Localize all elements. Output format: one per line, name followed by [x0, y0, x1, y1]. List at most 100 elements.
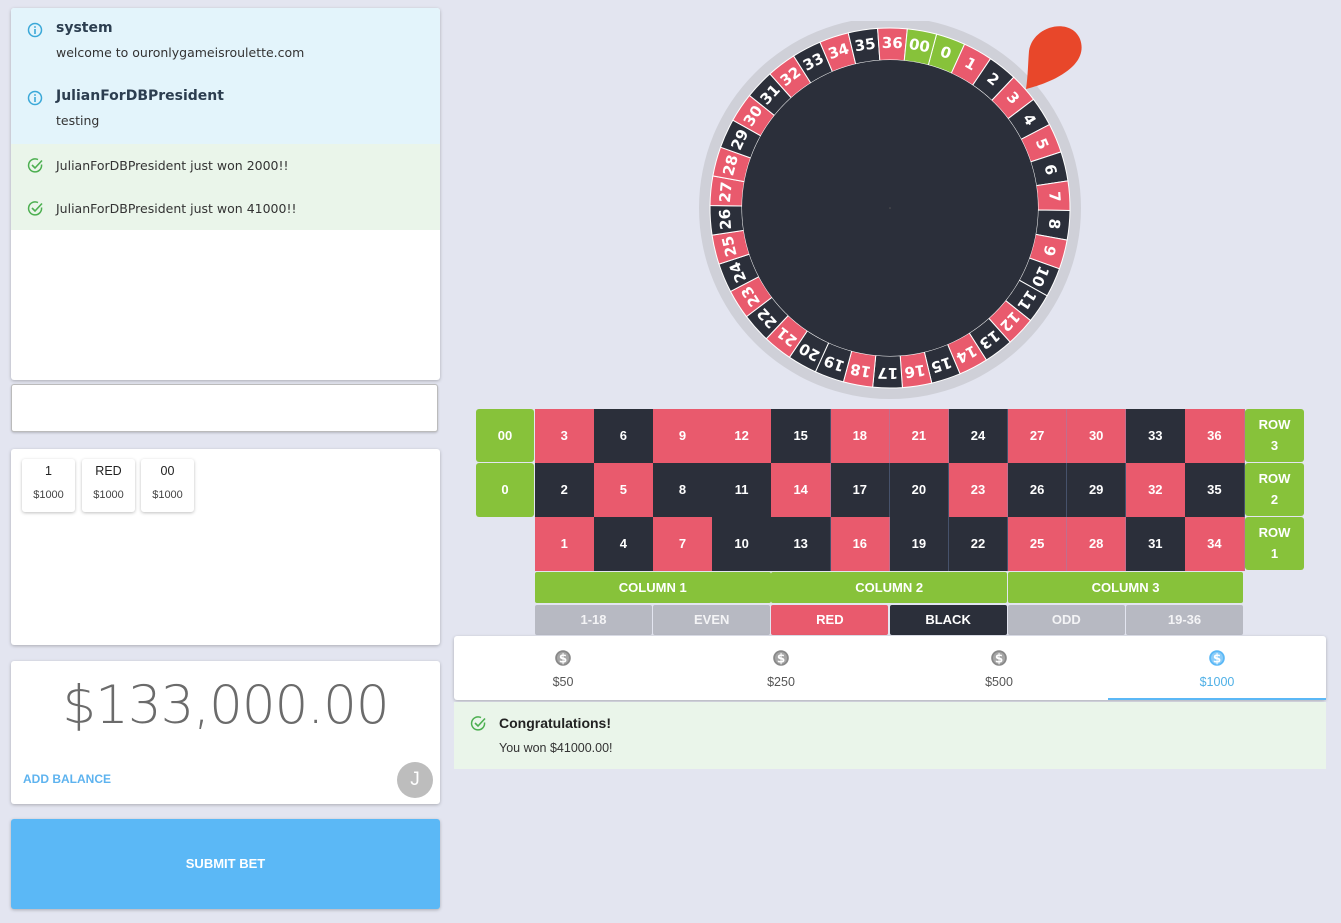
wheel-pocket-number: 27 [716, 181, 736, 204]
number-cell[interactable]: 11 [712, 463, 772, 517]
column-bet-3[interactable]: COLUMN 3 [1007, 572, 1244, 603]
number-cell[interactable]: 22 [948, 517, 1009, 571]
chat-message-body: welcome to ouronlygameisroulette.com [56, 45, 305, 60]
number-cell[interactable]: 15 [771, 409, 831, 463]
number-cell[interactable]: 33 [1126, 409, 1186, 463]
dollar-coin-icon: $ [1208, 649, 1226, 672]
outside-bet-black[interactable]: BLACK [889, 605, 1007, 635]
chip-tab-500[interactable]: $ $500 [890, 636, 1108, 700]
number-cell[interactable]: 36 [1185, 409, 1245, 463]
bet-card[interactable]: 1 $1000 [22, 459, 75, 512]
number-cell[interactable]: 24 [948, 409, 1009, 463]
info-icon [27, 22, 43, 43]
number-cell[interactable]: 7 [653, 517, 713, 571]
zero-cell-00[interactable]: 00 [476, 409, 534, 462]
bet-amount: $1000 [93, 489, 124, 501]
number-cell[interactable]: 4 [594, 517, 654, 571]
number-cell[interactable]: 10 [712, 517, 772, 571]
row-label: ROW [1258, 417, 1291, 432]
check-circle-icon [27, 157, 44, 174]
number-cell[interactable]: 3 [535, 409, 595, 463]
chat-message-body: JulianForDBPresident just won 41000!! [56, 201, 297, 216]
svg-text:$: $ [559, 652, 567, 666]
balance-amount: $133,000.00 [62, 675, 389, 736]
zero-cell-0[interactable]: 0 [476, 463, 534, 517]
number-cell[interactable]: 16 [830, 517, 891, 571]
outside-bet-1-18[interactable]: 1-18 [535, 605, 652, 635]
bet-card[interactable]: 00 $1000 [141, 459, 194, 512]
avatar[interactable]: J [397, 762, 433, 798]
number-cell[interactable]: 5 [594, 463, 654, 517]
number-cell[interactable]: 13 [771, 517, 831, 571]
chip-tab-50[interactable]: $ $50 [454, 636, 672, 700]
wheel-pocket-number: 17 [877, 364, 898, 382]
wheel-pocket-number: 7 [1045, 191, 1064, 203]
chip-tab-1000[interactable]: $ $1000 [1108, 636, 1326, 700]
number-cell[interactable]: 29 [1066, 463, 1127, 517]
outside-bet-odd[interactable]: ODD [1007, 605, 1125, 635]
row-label: ROW [1258, 525, 1291, 540]
row-bet-1[interactable]: ROW 1 [1245, 517, 1304, 570]
wheel-pocket-number: 8 [1045, 218, 1064, 230]
result-body: You won $41000.00! [499, 741, 613, 755]
number-cell[interactable]: 28 [1066, 517, 1127, 571]
outside-bet-19-36[interactable]: 19-36 [1126, 605, 1243, 635]
row-bet-3[interactable]: ROW 3 [1245, 409, 1304, 462]
column-bet-2[interactable]: COLUMN 2 [771, 572, 1007, 603]
chip-value: $1000 [1199, 675, 1235, 689]
number-cell[interactable]: 26 [1007, 463, 1068, 517]
number-cell[interactable]: 21 [889, 409, 950, 463]
wheel-pocket-number: 26 [716, 208, 735, 230]
bet-card[interactable]: RED $1000 [82, 459, 135, 512]
number-cell[interactable]: 6 [594, 409, 654, 463]
add-balance-button[interactable]: ADD BALANCE [23, 772, 111, 786]
number-cell[interactable]: 25 [1007, 517, 1068, 571]
chip-selector: $ $50 $ $250 $ $500 $ $1000 [454, 636, 1326, 700]
chip-value: $250 [767, 675, 795, 689]
bets-panel: 1 $1000 RED $1000 00 $1000 [11, 449, 440, 645]
number-cell[interactable]: 12 [712, 409, 772, 463]
number-cell[interactable]: 17 [830, 463, 891, 517]
svg-text:$: $ [1213, 652, 1221, 666]
number-cell[interactable]: 8 [653, 463, 713, 517]
dollar-coin-icon: $ [772, 649, 790, 672]
number-cell[interactable]: 1 [535, 517, 595, 571]
number-cell[interactable]: 20 [889, 463, 950, 517]
chip-tab-250[interactable]: $ $250 [672, 636, 890, 700]
chat-win-message: JulianForDBPresident just won 41000!! [11, 187, 440, 230]
bet-amount: $1000 [152, 489, 183, 501]
outside-bet-even[interactable]: EVEN [653, 605, 771, 635]
chip-value: $50 [552, 675, 574, 689]
number-cell[interactable]: 19 [889, 517, 950, 571]
chip-value: $500 [985, 675, 1013, 689]
outside-bet-red[interactable]: RED [771, 605, 889, 635]
number-cell[interactable]: 35 [1185, 463, 1245, 517]
row-label: ROW [1258, 471, 1291, 486]
number-cell[interactable]: 14 [771, 463, 831, 517]
number-cell[interactable]: 31 [1126, 517, 1186, 571]
result-title: Congratulations! [499, 715, 611, 731]
row-number: 1 [1270, 546, 1279, 561]
check-circle-icon [27, 200, 44, 217]
active-tab-indicator [1108, 698, 1326, 700]
chat-input[interactable] [11, 384, 438, 432]
column-bet-1[interactable]: COLUMN 1 [535, 572, 771, 603]
chat-message-body: testing [56, 113, 100, 128]
dollar-coin-icon: $ [554, 649, 572, 672]
info-icon [27, 90, 43, 111]
bet-target: 1 [45, 464, 52, 478]
wheel-pocket-number: 35 [853, 34, 876, 55]
wheel-pocket-number: 16 [903, 361, 926, 382]
submit-bet-button[interactable]: SUBMIT BET [11, 819, 440, 909]
number-cell[interactable]: 27 [1007, 409, 1068, 463]
row-bet-2[interactable]: ROW 2 [1245, 463, 1304, 516]
number-cell[interactable]: 18 [830, 409, 891, 463]
number-cell[interactable]: 9 [653, 409, 713, 463]
number-cell[interactable]: 23 [948, 463, 1009, 517]
number-cell[interactable]: 32 [1126, 463, 1186, 517]
chat-win-message: JulianForDBPresident just won 2000!! [11, 144, 440, 187]
chat-message: system welcome to ouronlygameisroulette.… [11, 8, 440, 76]
number-cell[interactable]: 34 [1185, 517, 1245, 571]
number-cell[interactable]: 2 [535, 463, 595, 517]
number-cell[interactable]: 30 [1066, 409, 1127, 463]
